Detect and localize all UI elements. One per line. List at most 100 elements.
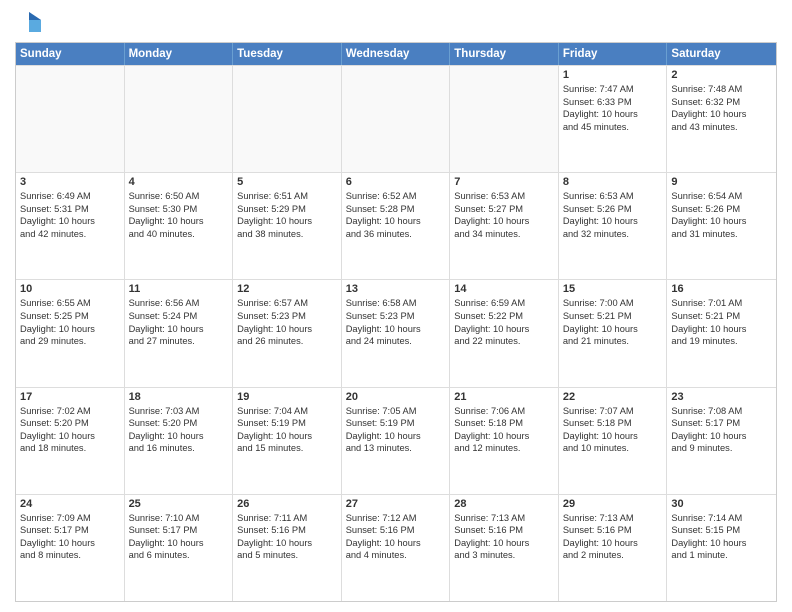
cell-text: Sunrise: 7:07 AM Sunset: 5:18 PM Dayligh… xyxy=(563,405,663,455)
day-number: 30 xyxy=(671,498,772,510)
day-number: 8 xyxy=(563,176,663,188)
cell-text: Sunrise: 7:05 AM Sunset: 5:19 PM Dayligh… xyxy=(346,405,446,455)
calendar-cell-2-0: 10 Sunrise: 6:55 AM Sunset: 5:25 PM Dayli… xyxy=(16,280,125,386)
cell-text: Sunrise: 7:12 AM Sunset: 5:16 PM Dayligh… xyxy=(346,512,446,562)
cell-text: Sunrise: 7:48 AM Sunset: 6:32 PM Dayligh… xyxy=(671,83,772,133)
calendar-cell-2-1: 11Sunrise: 6:56 AM Sunset: 5:24 PM Dayli… xyxy=(125,280,234,386)
day-number: 14 xyxy=(454,283,554,295)
calendar-cell-2-5: 15 Sunrise: 7:00 AM Sunset: 5:21 PM Dayli… xyxy=(559,280,668,386)
cell-text: Sunrise: 7:09 AM Sunset: 5:17 PM Dayligh… xyxy=(20,512,120,562)
calendar-cell-2-2: 12 Sunrise: 6:57 AM Sunset: 5:23 PM Dayli… xyxy=(233,280,342,386)
day-number: 17 xyxy=(20,391,120,403)
calendar-cell-4-6: 30 Sunrise: 7:14 AM Sunset: 5:15 PM Dayli… xyxy=(667,495,776,601)
calendar: SundayMondayTuesdayWednesdayThursdayFrid… xyxy=(15,42,777,602)
calendar-cell-2-4: 14 Sunrise: 6:59 AM Sunset: 5:22 PM Dayli… xyxy=(450,280,559,386)
cell-text: Sunrise: 6:55 AM Sunset: 5:25 PM Dayligh… xyxy=(20,297,120,347)
calendar-cell-4-5: 29 Sunrise: 7:13 AM Sunset: 5:16 PM Dayli… xyxy=(559,495,668,601)
calendar-row-4: 24Sunrise: 7:09 AM Sunset: 5:17 PM Dayli… xyxy=(16,494,776,601)
calendar-cell-4-2: 26 Sunrise: 7:11 AM Sunset: 5:16 PM Dayli… xyxy=(233,495,342,601)
cell-text: Sunrise: 6:50 AM Sunset: 5:30 PM Dayligh… xyxy=(129,190,229,240)
calendar-cell-1-1: 4 Sunrise: 6:50 AM Sunset: 5:30 PM Daylig… xyxy=(125,173,234,279)
calendar-cell-3-3: 20 Sunrise: 7:05 AM Sunset: 5:19 PM Dayli… xyxy=(342,388,451,494)
logo xyxy=(15,10,47,34)
weekday-header-thursday: Thursday xyxy=(450,43,559,65)
calendar-cell-1-3: 6 Sunrise: 6:52 AM Sunset: 5:28 PM Daylig… xyxy=(342,173,451,279)
weekday-header-wednesday: Wednesday xyxy=(342,43,451,65)
calendar-cell-3-6: 23 Sunrise: 7:08 AM Sunset: 5:17 PM Dayli… xyxy=(667,388,776,494)
cell-text: Sunrise: 7:04 AM Sunset: 5:19 PM Dayligh… xyxy=(237,405,337,455)
cell-text: Sunrise: 6:58 AM Sunset: 5:23 PM Dayligh… xyxy=(346,297,446,347)
cell-text: Sunrise: 7:03 AM Sunset: 5:20 PM Dayligh… xyxy=(129,405,229,455)
day-number: 21 xyxy=(454,391,554,403)
cell-text: Sunrise: 6:51 AM Sunset: 5:29 PM Dayligh… xyxy=(237,190,337,240)
cell-text: Sunrise: 7:13 AM Sunset: 5:16 PM Dayligh… xyxy=(454,512,554,562)
calendar-cell-4-4: 28 Sunrise: 7:13 AM Sunset: 5:16 PM Dayli… xyxy=(450,495,559,601)
day-number: 9 xyxy=(671,176,772,188)
calendar-cell-0-5: 1 Sunrise: 7:47 AM Sunset: 6:33 PM Daylig… xyxy=(559,66,668,172)
calendar-row-2: 10 Sunrise: 6:55 AM Sunset: 5:25 PM Dayli… xyxy=(16,279,776,386)
cell-text: Sunrise: 6:57 AM Sunset: 5:23 PM Dayligh… xyxy=(237,297,337,347)
weekday-header-saturday: Saturday xyxy=(667,43,776,65)
day-number: 28 xyxy=(454,498,554,510)
cell-text: Sunrise: 6:59 AM Sunset: 5:22 PM Dayligh… xyxy=(454,297,554,347)
day-number: 27 xyxy=(346,498,446,510)
calendar-cell-0-4 xyxy=(450,66,559,172)
day-number: 23 xyxy=(671,391,772,403)
day-number: 12 xyxy=(237,283,337,295)
calendar-cell-1-5: 8 Sunrise: 6:53 AM Sunset: 5:26 PM Daylig… xyxy=(559,173,668,279)
calendar-cell-0-0 xyxy=(16,66,125,172)
day-number: 1 xyxy=(563,69,663,81)
calendar-cell-0-2 xyxy=(233,66,342,172)
cell-text: Sunrise: 7:14 AM Sunset: 5:15 PM Dayligh… xyxy=(671,512,772,562)
weekday-header-tuesday: Tuesday xyxy=(233,43,342,65)
weekday-header-monday: Monday xyxy=(125,43,234,65)
day-number: 26 xyxy=(237,498,337,510)
day-number: 6 xyxy=(346,176,446,188)
cell-text: Sunrise: 7:13 AM Sunset: 5:16 PM Dayligh… xyxy=(563,512,663,562)
day-number: 20 xyxy=(346,391,446,403)
calendar-row-1: 3Sunrise: 6:49 AM Sunset: 5:31 PM Daylig… xyxy=(16,172,776,279)
day-number: 25 xyxy=(129,498,229,510)
day-number: 19 xyxy=(237,391,337,403)
cell-text: Sunrise: 7:08 AM Sunset: 5:17 PM Dayligh… xyxy=(671,405,772,455)
day-number: 4 xyxy=(129,176,229,188)
cell-text: Sunrise: 7:11 AM Sunset: 5:16 PM Dayligh… xyxy=(237,512,337,562)
calendar-cell-3-4: 21 Sunrise: 7:06 AM Sunset: 5:18 PM Dayli… xyxy=(450,388,559,494)
weekday-header-friday: Friday xyxy=(559,43,668,65)
calendar-cell-4-0: 24Sunrise: 7:09 AM Sunset: 5:17 PM Dayli… xyxy=(16,495,125,601)
calendar-header: SundayMondayTuesdayWednesdayThursdayFrid… xyxy=(16,43,776,65)
calendar-cell-0-6: 2 Sunrise: 7:48 AM Sunset: 6:32 PM Daylig… xyxy=(667,66,776,172)
calendar-body: 1 Sunrise: 7:47 AM Sunset: 6:33 PM Daylig… xyxy=(16,65,776,601)
calendar-cell-4-1: 25 Sunrise: 7:10 AM Sunset: 5:17 PM Dayli… xyxy=(125,495,234,601)
cell-text: Sunrise: 7:47 AM Sunset: 6:33 PM Dayligh… xyxy=(563,83,663,133)
day-number: 15 xyxy=(563,283,663,295)
cell-text: Sunrise: 6:53 AM Sunset: 5:26 PM Dayligh… xyxy=(563,190,663,240)
calendar-cell-1-4: 7 Sunrise: 6:53 AM Sunset: 5:27 PM Daylig… xyxy=(450,173,559,279)
day-number: 10 xyxy=(20,283,120,295)
day-number: 2 xyxy=(671,69,772,81)
calendar-cell-2-6: 16 Sunrise: 7:01 AM Sunset: 5:21 PM Dayli… xyxy=(667,280,776,386)
page: SundayMondayTuesdayWednesdayThursdayFrid… xyxy=(0,0,792,612)
cell-text: Sunrise: 7:02 AM Sunset: 5:20 PM Dayligh… xyxy=(20,405,120,455)
calendar-row-0: 1 Sunrise: 7:47 AM Sunset: 6:33 PM Daylig… xyxy=(16,65,776,172)
day-number: 16 xyxy=(671,283,772,295)
cell-text: Sunrise: 7:00 AM Sunset: 5:21 PM Dayligh… xyxy=(563,297,663,347)
cell-text: Sunrise: 6:52 AM Sunset: 5:28 PM Dayligh… xyxy=(346,190,446,240)
calendar-cell-3-0: 17 Sunrise: 7:02 AM Sunset: 5:20 PM Dayli… xyxy=(16,388,125,494)
weekday-header-sunday: Sunday xyxy=(16,43,125,65)
cell-text: Sunrise: 6:53 AM Sunset: 5:27 PM Dayligh… xyxy=(454,190,554,240)
calendar-cell-3-1: 18 Sunrise: 7:03 AM Sunset: 5:20 PM Dayli… xyxy=(125,388,234,494)
day-number: 18 xyxy=(129,391,229,403)
cell-text: Sunrise: 7:01 AM Sunset: 5:21 PM Dayligh… xyxy=(671,297,772,347)
cell-text: Sunrise: 7:06 AM Sunset: 5:18 PM Dayligh… xyxy=(454,405,554,455)
day-number: 5 xyxy=(237,176,337,188)
header xyxy=(15,10,777,34)
day-number: 7 xyxy=(454,176,554,188)
cell-text: Sunrise: 7:10 AM Sunset: 5:17 PM Dayligh… xyxy=(129,512,229,562)
calendar-cell-3-5: 22Sunrise: 7:07 AM Sunset: 5:18 PM Dayli… xyxy=(559,388,668,494)
day-number: 11 xyxy=(129,283,229,295)
day-number: 29 xyxy=(563,498,663,510)
calendar-cell-3-2: 19 Sunrise: 7:04 AM Sunset: 5:19 PM Dayli… xyxy=(233,388,342,494)
calendar-cell-0-1 xyxy=(125,66,234,172)
day-number: 13 xyxy=(346,283,446,295)
